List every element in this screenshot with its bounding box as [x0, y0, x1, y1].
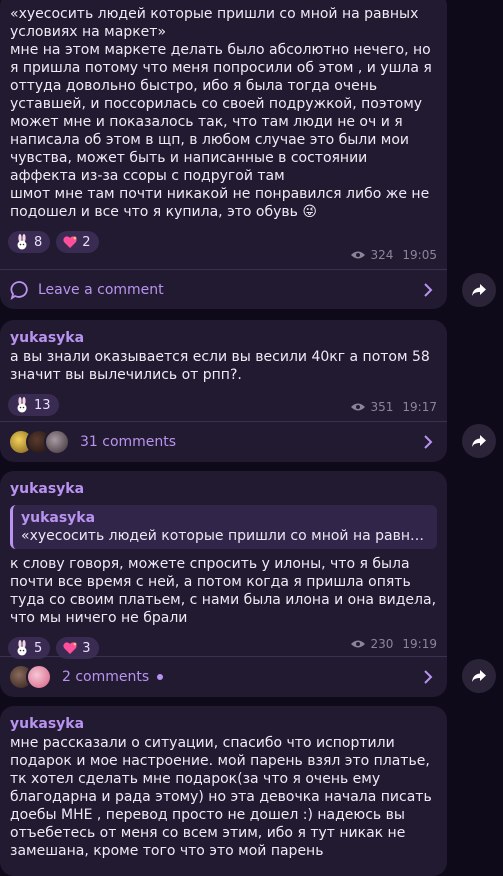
reaction-count: 13	[34, 397, 51, 413]
commenter-avatars	[8, 429, 70, 455]
unread-dot	[157, 674, 164, 680]
chevron-right-icon	[424, 670, 433, 684]
author-name[interactable]: yukasyka	[0, 320, 447, 348]
eye-icon	[350, 251, 365, 259]
view-count: 324	[370, 248, 394, 262]
commenter-avatars	[8, 664, 52, 690]
share-button[interactable]	[462, 659, 496, 693]
reply-quote[interactable]: yukasyka «хуесосить людей которые пришли…	[10, 505, 437, 549]
comments-button[interactable]: 31 comments	[0, 422, 447, 462]
post-text: мне рассказали о ситуации, спасибо что и…	[10, 735, 437, 859]
eye-icon	[350, 403, 365, 411]
sparkling-heart-icon	[63, 236, 78, 248]
reaction-heart[interactable]: 2	[56, 231, 99, 253]
eye-icon	[350, 640, 365, 648]
author-name[interactable]: yukasyka	[0, 706, 447, 734]
leave-comment-button[interactable]: Leave a comment	[0, 270, 447, 309]
post-text: «хуесосить людей которые пришли со мной …	[10, 6, 432, 220]
post-meta: 324 19:05	[350, 248, 437, 262]
bunny-icon	[17, 397, 27, 413]
reaction-count: 8	[34, 234, 43, 250]
quote-author: yukasyka	[21, 510, 96, 526]
comments-label: Leave a comment	[38, 282, 164, 298]
comments-button[interactable]: 2 comments	[0, 657, 447, 697]
avatar	[26, 664, 52, 690]
share-arrow-icon	[472, 670, 486, 682]
reaction-bunny[interactable]: 13	[8, 394, 59, 416]
view-count: 351	[370, 400, 394, 414]
view-count: 230	[370, 637, 394, 651]
reaction-count: 3	[82, 640, 91, 656]
reaction-bunny[interactable]: 8	[8, 231, 51, 253]
post-meta: 351 19:17	[350, 400, 437, 414]
bunny-icon	[17, 234, 27, 250]
reaction-count: 5	[34, 640, 43, 656]
chevron-right-icon	[424, 435, 433, 449]
avatar	[44, 429, 70, 455]
post-2: yukasyka а вы знали оказывается если вы …	[0, 320, 447, 462]
post-meta: 230 19:19	[350, 637, 437, 651]
share-arrow-icon	[472, 284, 486, 296]
bunny-icon	[17, 640, 27, 656]
post-3: yukasyka yukasyka «хуесосить людей котор…	[0, 471, 447, 697]
post-time: 19:19	[402, 637, 437, 651]
post-1: «хуесосить людей которые пришли со мной …	[0, 0, 447, 309]
author-name[interactable]: yukasyka	[0, 471, 447, 499]
reaction-count: 2	[82, 234, 91, 250]
comments-label: 2 comments	[62, 669, 150, 685]
share-button[interactable]	[462, 273, 496, 307]
sparkling-heart-icon	[63, 642, 78, 654]
post-time: 19:05	[402, 248, 437, 262]
quote-text: «хуесосить людей которые пришли со мной …	[21, 528, 429, 544]
comments-label: 31 comments	[80, 434, 177, 450]
chevron-right-icon	[424, 283, 433, 297]
post-text: а вы знали оказывается если вы весили 40…	[10, 349, 435, 383]
comment-bubble-icon	[10, 281, 28, 300]
share-arrow-icon	[472, 435, 486, 447]
post-4: yukasyka мне рассказали о ситуации, спас…	[0, 706, 447, 876]
share-button[interactable]	[462, 424, 496, 458]
post-time: 19:17	[402, 400, 437, 414]
post-text: к слову говоря, можете спросить у илоны,…	[10, 556, 441, 626]
